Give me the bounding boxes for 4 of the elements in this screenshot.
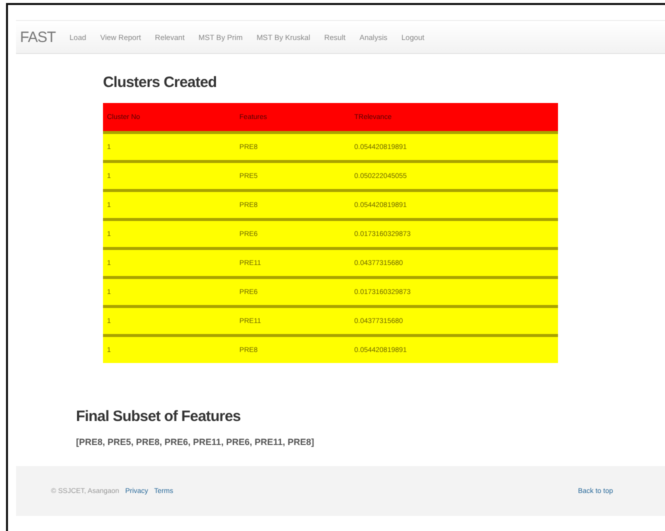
section-title: Final Subset of Features — [76, 408, 242, 425]
feature-subset: [PRE8, PRE5, PRE8, PRE6, PRE11, PRE6, PRE11, PRE8] — [76, 437, 316, 447]
brand-logo[interactable]: FAST — [20, 28, 56, 46]
section-title: Clusters Created — [103, 74, 218, 91]
